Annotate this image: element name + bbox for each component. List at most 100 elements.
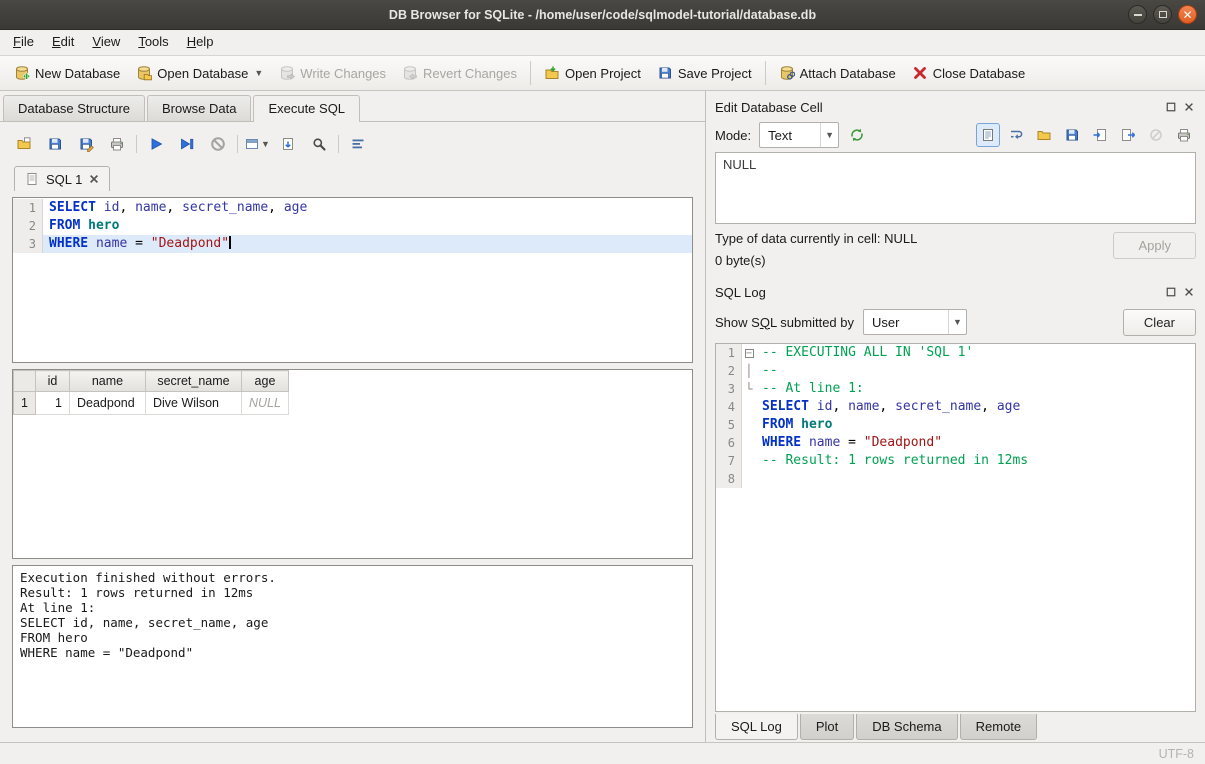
auto-mode-button[interactable] (845, 123, 869, 147)
word-wrap-button[interactable] (1004, 123, 1028, 147)
import-data-button[interactable] (1088, 123, 1112, 147)
save-sql-as-button[interactable] (74, 132, 98, 156)
cell-age[interactable]: NULL (242, 392, 289, 415)
results-corner-cell[interactable] (14, 371, 36, 392)
set-null-icon (1148, 127, 1164, 143)
menu-help[interactable]: Help (178, 30, 223, 55)
export-data-icon (1120, 127, 1136, 143)
fold-marker (742, 470, 756, 488)
tab-remote[interactable]: Remote (960, 714, 1038, 740)
chevron-down-icon: ▼ (948, 310, 966, 334)
close-database-button[interactable]: Close Database (904, 61, 1034, 85)
mode-combo[interactable]: Text ▼ (759, 122, 839, 148)
print-cell-button[interactable] (1172, 123, 1196, 147)
set-null-button (1144, 123, 1168, 147)
left-pane: Database StructureBrowse DataExecute SQL… (0, 91, 706, 742)
toolbar-separator (237, 135, 238, 153)
code-line: 3WHERE name = "Deadpond" (13, 235, 692, 253)
close-dock-button[interactable] (1182, 100, 1196, 114)
execute-all-button[interactable] (144, 132, 168, 156)
column-header-name[interactable]: name (70, 371, 146, 392)
column-header-id[interactable]: id (36, 371, 70, 392)
open-sql-file-button[interactable] (12, 132, 36, 156)
float-dock-button[interactable] (1164, 285, 1178, 299)
open-database-button[interactable]: Open Database▼ (128, 61, 271, 85)
close-window-button[interactable]: ✕ (1178, 5, 1197, 24)
save-sql-file-button[interactable] (43, 132, 67, 156)
code-line: 6WHERE name = "Deadpond" (716, 434, 1195, 452)
export-results-button[interactable] (276, 132, 300, 156)
tab-db-schema[interactable]: DB Schema (856, 714, 957, 740)
mode-combo-value: Text (768, 128, 792, 143)
sql-log-title: SQL Log (715, 285, 766, 300)
float-dock-button[interactable] (1164, 100, 1178, 114)
line-number: 2 (716, 362, 742, 380)
open-project-button[interactable]: Open Project (536, 61, 649, 85)
tab-database-structure[interactable]: Database Structure (3, 95, 145, 121)
save-file-button[interactable] (1060, 123, 1084, 147)
cell-type-text: Type of data currently in cell: NULL (715, 231, 1113, 246)
fold-marker[interactable]: └ (742, 380, 756, 398)
float-icon (1165, 101, 1177, 113)
cell-name[interactable]: Deadpond (70, 392, 146, 415)
menu-tools[interactable]: Tools (129, 30, 177, 55)
code-line: 1SELECT id, name, secret_name, age (13, 199, 692, 217)
tab-browse-data[interactable]: Browse Data (147, 95, 251, 121)
toolbar-separator (530, 61, 531, 85)
write-changes-icon (279, 65, 295, 81)
save-project-button[interactable]: Save Project (649, 61, 760, 85)
fold-marker (742, 452, 756, 470)
titlebar[interactable]: DB Browser for SQLite - /home/user/code/… (0, 0, 1205, 30)
minimize-button[interactable] (1128, 5, 1147, 24)
format-sql-icon (350, 136, 366, 152)
code-content (756, 470, 1195, 488)
menu-file[interactable]: File (4, 30, 43, 55)
toolbar-button-label: Write Changes (300, 66, 386, 81)
new-database-button[interactable]: New Database (6, 61, 128, 85)
save-file-icon (1064, 127, 1080, 143)
attach-database-button[interactable]: Attach Database (771, 61, 904, 85)
execute-current-line-button[interactable] (175, 132, 199, 156)
find-replace-button[interactable] (307, 132, 331, 156)
cell-id[interactable]: 1 (36, 392, 70, 415)
export-data-button[interactable] (1116, 123, 1140, 147)
fold-marker[interactable]: │ (742, 362, 756, 380)
sql-editor[interactable]: 1SELECT id, name, secret_name, age2FROM … (12, 197, 693, 363)
minimize-icon (1134, 14, 1142, 16)
detach-results-button[interactable]: ▼ (245, 132, 269, 156)
submitted-by-combo[interactable]: User ▼ (863, 309, 967, 335)
code-line: 2│-- (716, 362, 1195, 380)
text-view-button[interactable] (976, 123, 1000, 147)
toolbar-button-label: Revert Changes (423, 66, 517, 81)
maximize-button[interactable] (1153, 5, 1172, 24)
menu-edit[interactable]: Edit (43, 30, 83, 55)
close-tab-icon[interactable] (88, 173, 100, 185)
import-data-icon (1092, 127, 1108, 143)
close-icon (1183, 286, 1195, 298)
menu-view[interactable]: View (83, 30, 129, 55)
open-file-button[interactable] (1032, 123, 1056, 147)
clear-log-button[interactable]: Clear (1123, 309, 1196, 336)
column-header-secret-name[interactable]: secret_name (146, 371, 242, 392)
line-number: 8 (716, 470, 742, 488)
code-line: 5FROM hero (716, 416, 1195, 434)
close-dock-button[interactable] (1182, 285, 1196, 299)
row-number[interactable]: 1 (14, 392, 36, 415)
encoding-indicator: UTF-8 (1159, 747, 1194, 761)
column-header-age[interactable]: age (242, 371, 289, 392)
line-number: 6 (716, 434, 742, 452)
tab-plot[interactable]: Plot (800, 714, 854, 740)
sql-tab[interactable]: SQL 1 (14, 166, 110, 191)
cell-secret-name[interactable]: Dive Wilson (146, 392, 242, 415)
edit-cell-toolbar: Mode: Text ▼ (715, 118, 1196, 152)
line-number: 2 (13, 217, 43, 235)
sql-log-area[interactable]: 1−-- EXECUTING ALL IN 'SQL 1'2│--3└-- At… (715, 343, 1196, 712)
attach-database-icon (779, 65, 795, 81)
code-content: SELECT id, name, secret_name, age (43, 199, 692, 217)
tab-sql-log[interactable]: SQL Log (715, 714, 798, 740)
fold-marker[interactable]: − (742, 344, 756, 362)
format-sql-button[interactable] (346, 132, 370, 156)
tab-execute-sql[interactable]: Execute SQL (253, 95, 360, 122)
print-button[interactable] (105, 132, 129, 156)
cell-editor[interactable]: NULL (715, 152, 1196, 224)
